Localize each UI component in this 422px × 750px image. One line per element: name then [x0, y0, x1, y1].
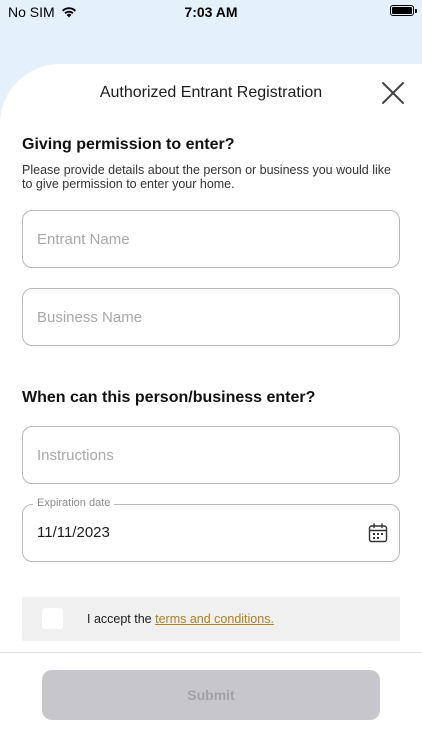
- sheet-title: Authorized Entrant Registration: [99, 84, 323, 101]
- expiration-date-label: Expiration date: [33, 497, 115, 509]
- expiration-date-field[interactable]: Expiration date 11/11/2023: [22, 497, 400, 562]
- close-icon: [382, 82, 404, 104]
- terms-link[interactable]: terms and conditions.: [155, 612, 274, 626]
- permission-section-title: Giving permission to enter?: [22, 136, 235, 153]
- expiration-date-value: 11/11/2023: [37, 524, 110, 541]
- business-name-input[interactable]: [23, 289, 399, 345]
- when-section-title: When can this person/business enter?: [22, 389, 316, 406]
- terms-text: I accept the terms and conditions.: [87, 612, 274, 626]
- sheet-header: Authorized Entrant Registration: [0, 64, 422, 124]
- submit-button[interactable]: Submit: [42, 670, 380, 720]
- calendar-button[interactable]: [368, 523, 388, 543]
- entrant-name-input[interactable]: [23, 211, 399, 267]
- status-time: 7:03 AM: [184, 4, 238, 20]
- battery-icon: [390, 5, 417, 16]
- permission-section-description: Please provide details about the person …: [22, 163, 391, 191]
- status-right: [390, 5, 417, 16]
- calendar-icon: [368, 523, 388, 543]
- footer-divider: [0, 652, 422, 653]
- terms-checkbox[interactable]: [42, 608, 63, 629]
- registration-sheet: Authorized Entrant Registration Giving p…: [0, 64, 422, 750]
- instructions-input[interactable]: [23, 427, 399, 483]
- entrant-name-field: [22, 210, 400, 268]
- terms-prefix: I accept the: [87, 612, 156, 626]
- close-button[interactable]: [380, 80, 406, 106]
- business-name-field: [22, 288, 400, 346]
- instructions-field: [22, 426, 400, 484]
- status-bar: No SIM 7:03 AM: [0, 0, 422, 24]
- terms-box: I accept the terms and conditions.: [22, 597, 400, 641]
